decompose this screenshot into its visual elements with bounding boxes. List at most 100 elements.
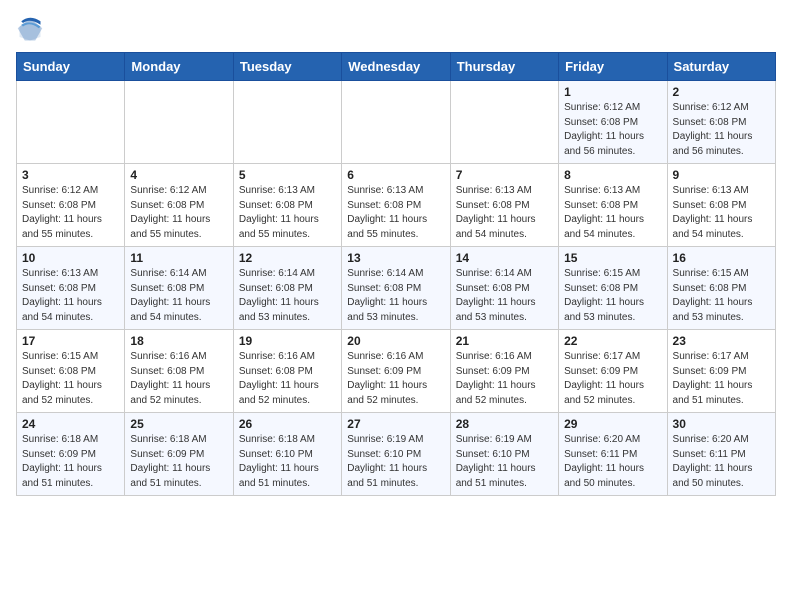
day-detail: Sunrise: 6:19 AMSunset: 6:10 PMDaylight:… [347, 433, 444, 491]
calendar-cell: 11 Sunrise: 6:14 AMSunset: 6:08 PMDayligh… [125, 247, 233, 330]
day-number: 28 [456, 417, 553, 431]
day-number: 27 [347, 417, 444, 431]
day-detail: Sunrise: 6:12 AMSunset: 6:08 PMDaylight:… [22, 184, 119, 242]
page-header [16, 16, 776, 44]
calendar-cell: 30 Sunrise: 6:20 AMSunset: 6:11 PMDayligh… [667, 413, 775, 496]
day-detail: Sunrise: 6:13 AMSunset: 6:08 PMDaylight:… [22, 267, 119, 325]
day-number: 19 [239, 334, 336, 348]
day-number: 22 [564, 334, 661, 348]
calendar-cell: 22 Sunrise: 6:17 AMSunset: 6:09 PMDayligh… [559, 330, 667, 413]
day-detail: Sunrise: 6:14 AMSunset: 6:08 PMDaylight:… [239, 267, 336, 325]
day-detail: Sunrise: 6:16 AMSunset: 6:08 PMDaylight:… [239, 350, 336, 408]
day-detail: Sunrise: 6:18 AMSunset: 6:09 PMDaylight:… [130, 433, 227, 491]
day-detail: Sunrise: 6:12 AMSunset: 6:08 PMDaylight:… [130, 184, 227, 242]
day-number: 16 [673, 251, 770, 265]
calendar-cell: 14Sunrise: 6:14 AMSunset: 6:08 PMDayligh… [450, 247, 558, 330]
calendar-cell: 4 Sunrise: 6:12 AMSunset: 6:08 PMDaylight… [125, 164, 233, 247]
day-number: 15 [564, 251, 661, 265]
calendar-cell [125, 81, 233, 164]
day-detail: Sunrise: 6:19 AMSunset: 6:10 PMDaylight:… [456, 433, 553, 491]
day-number: 20 [347, 334, 444, 348]
calendar-cell: 8 Sunrise: 6:13 AMSunset: 6:08 PMDaylight… [559, 164, 667, 247]
day-detail: Sunrise: 6:14 AMSunset: 6:08 PMDaylight:… [130, 267, 227, 325]
day-header-sunday: Sunday [17, 53, 125, 81]
calendar-cell: 7 Sunrise: 6:13 AMSunset: 6:08 PMDaylight… [450, 164, 558, 247]
day-number: 10 [22, 251, 119, 265]
day-number: 1 [564, 85, 661, 99]
day-number: 13 [347, 251, 444, 265]
day-number: 17 [22, 334, 119, 348]
day-header-saturday: Saturday [667, 53, 775, 81]
day-number: 12 [239, 251, 336, 265]
day-detail: Sunrise: 6:18 AMSunset: 6:09 PMDaylight:… [22, 433, 119, 491]
day-header-tuesday: Tuesday [233, 53, 341, 81]
day-number: 25 [130, 417, 227, 431]
calendar-cell [17, 81, 125, 164]
day-detail: Sunrise: 6:16 AMSunset: 6:09 PMDaylight:… [456, 350, 553, 408]
calendar-header: SundayMondayTuesdayWednesdayThursdayFrid… [17, 53, 776, 81]
calendar-cell: 15 Sunrise: 6:15 AMSunset: 6:08 PMDayligh… [559, 247, 667, 330]
calendar-cell: 10 Sunrise: 6:13 AMSunset: 6:08 PMDayligh… [17, 247, 125, 330]
calendar-cell: 25 Sunrise: 6:18 AMSunset: 6:09 PMDayligh… [125, 413, 233, 496]
calendar-cell: 16 Sunrise: 6:15 AMSunset: 6:08 PMDayligh… [667, 247, 775, 330]
logo [16, 16, 48, 44]
day-number: 21 [456, 334, 553, 348]
day-number: 9 [673, 168, 770, 182]
day-number: 18 [130, 334, 227, 348]
day-detail: Sunrise: 6:16 AMSunset: 6:09 PMDaylight:… [347, 350, 444, 408]
logo-icon [16, 16, 44, 44]
calendar-cell: 20 Sunrise: 6:16 AMSunset: 6:09 PMDayligh… [342, 330, 450, 413]
day-number: 5 [239, 168, 336, 182]
day-number: 3 [22, 168, 119, 182]
calendar-cell: 24 Sunrise: 6:18 AMSunset: 6:09 PMDayligh… [17, 413, 125, 496]
day-detail: Sunrise: 6:20 AMSunset: 6:11 PMDaylight:… [564, 433, 661, 491]
calendar-cell: 29 Sunrise: 6:20 AMSunset: 6:11 PMDayligh… [559, 413, 667, 496]
day-number: 29 [564, 417, 661, 431]
day-detail: Sunrise: 6:18 AMSunset: 6:10 PMDaylight:… [239, 433, 336, 491]
day-number: 2 [673, 85, 770, 99]
day-number: 11 [130, 251, 227, 265]
day-detail: Sunrise: 6:15 AMSunset: 6:08 PMDaylight:… [22, 350, 119, 408]
day-detail: Sunrise: 6:13 AMSunset: 6:08 PMDaylight:… [564, 184, 661, 242]
day-detail: Sunrise: 6:13 AMSunset: 6:08 PMDaylight:… [456, 184, 553, 242]
calendar-cell: 5 Sunrise: 6:13 AMSunset: 6:08 PMDaylight… [233, 164, 341, 247]
day-number: 14 [456, 251, 553, 265]
day-number: 8 [564, 168, 661, 182]
calendar-cell [233, 81, 341, 164]
day-detail: Sunrise: 6:12 AMSunset: 6:08 PMDaylight:… [564, 101, 661, 159]
day-detail: Sunrise: 6:17 AMSunset: 6:09 PMDaylight:… [564, 350, 661, 408]
calendar-cell: 1 Sunrise: 6:12 AMSunset: 6:08 PMDaylight… [559, 81, 667, 164]
calendar-cell: 19 Sunrise: 6:16 AMSunset: 6:08 PMDayligh… [233, 330, 341, 413]
day-detail: Sunrise: 6:13 AMSunset: 6:08 PMDaylight:… [347, 184, 444, 242]
day-number: 6 [347, 168, 444, 182]
calendar-cell: 17 Sunrise: 6:15 AMSunset: 6:08 PMDayligh… [17, 330, 125, 413]
calendar-cell [342, 81, 450, 164]
day-number: 26 [239, 417, 336, 431]
calendar-cell: 28 Sunrise: 6:19 AMSunset: 6:10 PMDayligh… [450, 413, 558, 496]
calendar-cell: 6 Sunrise: 6:13 AMSunset: 6:08 PMDaylight… [342, 164, 450, 247]
day-header-wednesday: Wednesday [342, 53, 450, 81]
day-detail: Sunrise: 6:17 AMSunset: 6:09 PMDaylight:… [673, 350, 770, 408]
day-detail: Sunrise: 6:15 AMSunset: 6:08 PMDaylight:… [564, 267, 661, 325]
day-number: 24 [22, 417, 119, 431]
day-number: 7 [456, 168, 553, 182]
calendar-cell: 12 Sunrise: 6:14 AMSunset: 6:08 PMDayligh… [233, 247, 341, 330]
calendar-cell: 26 Sunrise: 6:18 AMSunset: 6:10 PMDayligh… [233, 413, 341, 496]
day-number: 4 [130, 168, 227, 182]
calendar-table: SundayMondayTuesdayWednesdayThursdayFrid… [16, 52, 776, 496]
day-detail: Sunrise: 6:20 AMSunset: 6:11 PMDaylight:… [673, 433, 770, 491]
calendar-cell: 9Sunrise: 6:13 AMSunset: 6:08 PMDaylight… [667, 164, 775, 247]
day-number: 30 [673, 417, 770, 431]
day-number: 23 [673, 334, 770, 348]
calendar-cell: 21 Sunrise: 6:16 AMSunset: 6:09 PMDayligh… [450, 330, 558, 413]
calendar-cell: 18Sunrise: 6:16 AMSunset: 6:08 PMDayligh… [125, 330, 233, 413]
calendar-cell: 23 Sunrise: 6:17 AMSunset: 6:09 PMDayligh… [667, 330, 775, 413]
day-detail: Sunrise: 6:12 AMSunset: 6:08 PMDaylight:… [673, 101, 770, 159]
calendar-cell: 27 Sunrise: 6:19 AMSunset: 6:10 PMDayligh… [342, 413, 450, 496]
calendar-cell: 13Sunrise: 6:14 AMSunset: 6:08 PMDayligh… [342, 247, 450, 330]
calendar-cell [450, 81, 558, 164]
day-detail: Sunrise: 6:15 AMSunset: 6:08 PMDaylight:… [673, 267, 770, 325]
day-header-thursday: Thursday [450, 53, 558, 81]
day-detail: Sunrise: 6:13 AMSunset: 6:08 PMDaylight:… [239, 184, 336, 242]
calendar-cell: 2 Sunrise: 6:12 AMSunset: 6:08 PMDaylight… [667, 81, 775, 164]
